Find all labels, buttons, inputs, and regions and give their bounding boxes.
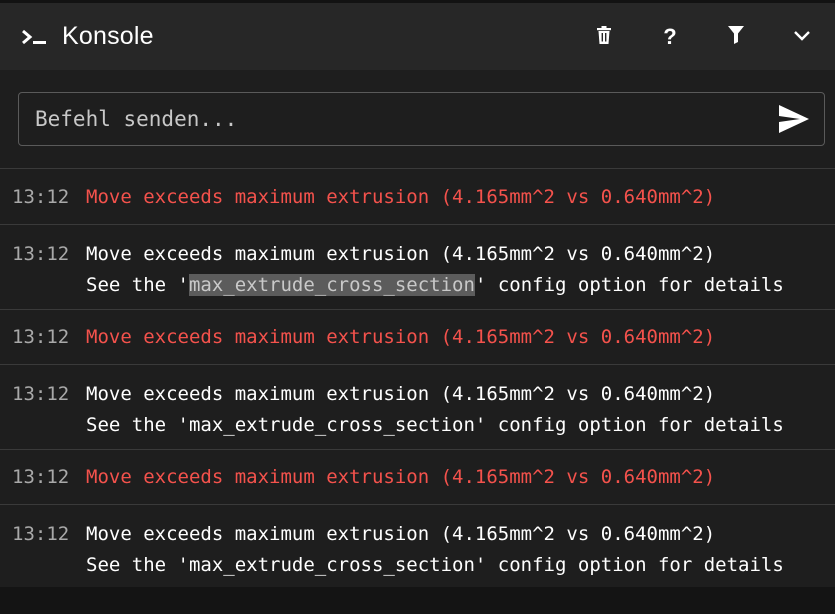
log-line: Move exceeds maximum extrusion (4.165mm^… xyxy=(86,243,716,265)
log-timestamp: 13:12 xyxy=(12,243,70,265)
log-timestamp: 13:12 xyxy=(12,186,70,208)
console-header: Konsole ? xyxy=(0,3,835,70)
help-button[interactable]: ? xyxy=(637,3,703,70)
selected-text: max_extrude_cross_section xyxy=(188,274,475,296)
command-input-field[interactable] xyxy=(18,92,825,146)
log-line: Move exceeds maximum extrusion (4.165mm^… xyxy=(86,523,716,545)
console-log: 13:12 Move exceeds maximum extrusion (4.… xyxy=(0,170,835,590)
log-line-suffix: ' config option for details xyxy=(474,274,784,296)
log-entry: 13:12 Move exceeds maximum extrusion (4.… xyxy=(0,505,835,590)
log-message: Move exceeds maximum extrusion (4.165mm^… xyxy=(86,186,716,208)
log-timestamp: 13:12 xyxy=(12,523,70,545)
log-entry: 13:12 Move exceeds maximum extrusion (4.… xyxy=(0,450,835,505)
filter-button[interactable] xyxy=(703,3,769,70)
log-message: Move exceeds maximum extrusion (4.165mm^… xyxy=(86,239,784,301)
log-line: See the 'max_extrude_cross_section' conf… xyxy=(86,554,784,576)
divider xyxy=(0,168,835,169)
log-entry: 13:12 Move exceeds maximum extrusion (4.… xyxy=(0,310,835,365)
log-timestamp: 13:12 xyxy=(12,466,70,488)
log-entry: 13:12 Move exceeds maximum extrusion (4.… xyxy=(0,170,835,225)
send-icon[interactable] xyxy=(778,105,810,133)
command-input[interactable] xyxy=(19,93,759,145)
header-actions: ? xyxy=(571,3,835,70)
log-line: See the 'max_extrude_cross_section' conf… xyxy=(86,414,784,436)
log-message: Move exceeds maximum extrusion (4.165mm^… xyxy=(86,379,784,441)
filter-icon xyxy=(728,25,744,48)
trash-icon xyxy=(596,25,612,48)
collapse-button[interactable] xyxy=(769,3,835,70)
chevron-down-icon xyxy=(793,27,811,46)
clear-console-button[interactable] xyxy=(571,3,637,70)
log-message: Move exceeds maximum extrusion (4.165mm^… xyxy=(86,326,716,348)
log-message: Move exceeds maximum extrusion (4.165mm^… xyxy=(86,519,784,581)
log-timestamp: 13:12 xyxy=(12,326,70,348)
terminal-icon xyxy=(20,25,48,49)
log-entry: 13:12 Move exceeds maximum extrusion (4.… xyxy=(0,225,835,310)
footer-area xyxy=(0,587,835,614)
help-icon: ? xyxy=(663,23,677,49)
log-entry: 13:12 Move exceeds maximum extrusion (4.… xyxy=(0,365,835,450)
console-title: Konsole xyxy=(62,22,154,50)
log-message: Move exceeds maximum extrusion (4.165mm^… xyxy=(86,466,716,488)
log-line-prefix: See the ' xyxy=(86,274,189,296)
log-line: Move exceeds maximum extrusion (4.165mm^… xyxy=(86,383,716,405)
log-timestamp: 13:12 xyxy=(12,383,70,405)
